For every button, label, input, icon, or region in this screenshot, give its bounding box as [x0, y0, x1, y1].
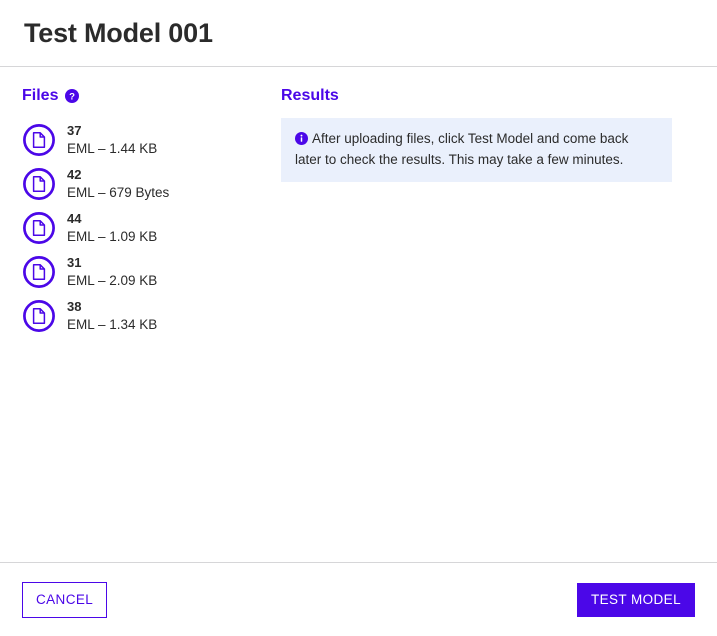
document-icon — [22, 211, 56, 245]
list-item[interactable]: 42 EML – 679 Bytes — [22, 162, 281, 206]
info-circle-icon — [295, 131, 308, 145]
list-item[interactable]: 44 EML – 1.09 KB — [22, 206, 281, 250]
file-text-block: 31 EML – 2.09 KB — [67, 255, 157, 289]
document-icon — [22, 123, 56, 157]
list-item[interactable]: 31 EML – 2.09 KB — [22, 250, 281, 294]
file-meta: EML – 2.09 KB — [67, 272, 158, 288]
files-section-header: Files ? — [22, 88, 281, 104]
file-name: 31 — [67, 255, 82, 271]
test-model-button[interactable]: TEST MODEL — [576, 582, 695, 617]
cancel-button[interactable]: CANCEL — [22, 581, 108, 618]
files-heading-label: Files — [22, 87, 59, 104]
document-icon — [22, 255, 56, 289]
list-item[interactable]: 37 EML – 1.44 KB — [22, 118, 281, 162]
file-text-block: 44 EML – 1.09 KB — [67, 211, 157, 245]
file-list: 37 EML – 1.44 KB 42 EML – 679 Bytes 44 E… — [22, 118, 281, 338]
svg-text:?: ? — [70, 91, 76, 102]
file-meta: EML – 1.44 KB — [67, 140, 158, 156]
file-name: 38 — [67, 299, 82, 315]
dialog-footer: CANCEL TEST MODEL — [0, 562, 717, 636]
file-text-block: 37 EML – 1.44 KB — [67, 123, 157, 157]
file-meta: EML – 679 Bytes — [67, 184, 170, 200]
file-name: 37 — [67, 123, 82, 139]
file-name: 42 — [67, 167, 82, 183]
page-header: Test Model 001 — [0, 0, 717, 67]
info-alert-text: After uploading files, click Test Model … — [295, 131, 629, 167]
files-panel: Files ? 37 EML – 1.44 KB 42 EML – 679 By… — [0, 88, 281, 338]
page-title: Test Model 001 — [24, 17, 213, 48]
file-meta: EML – 1.09 KB — [67, 228, 158, 244]
info-alert: After uploading files, click Test Model … — [281, 118, 672, 183]
list-item[interactable]: 38 EML – 1.34 KB — [22, 294, 281, 338]
file-meta: EML – 1.34 KB — [67, 316, 158, 332]
results-panel: Results After uploading files, click Tes… — [281, 88, 717, 183]
file-text-block: 42 EML – 679 Bytes — [67, 167, 169, 201]
info-alert-body: After uploading files, click Test Model … — [295, 129, 658, 170]
results-section-header: Results — [281, 88, 695, 104]
document-icon — [22, 299, 56, 333]
document-icon — [22, 167, 56, 201]
main-content: Files ? 37 EML – 1.44 KB 42 EML – 679 By… — [0, 68, 717, 562]
file-name: 44 — [67, 211, 82, 227]
file-text-block: 38 EML – 1.34 KB — [67, 299, 157, 333]
results-heading-label: Results — [281, 87, 339, 104]
help-circle-icon[interactable]: ? — [65, 89, 80, 103]
